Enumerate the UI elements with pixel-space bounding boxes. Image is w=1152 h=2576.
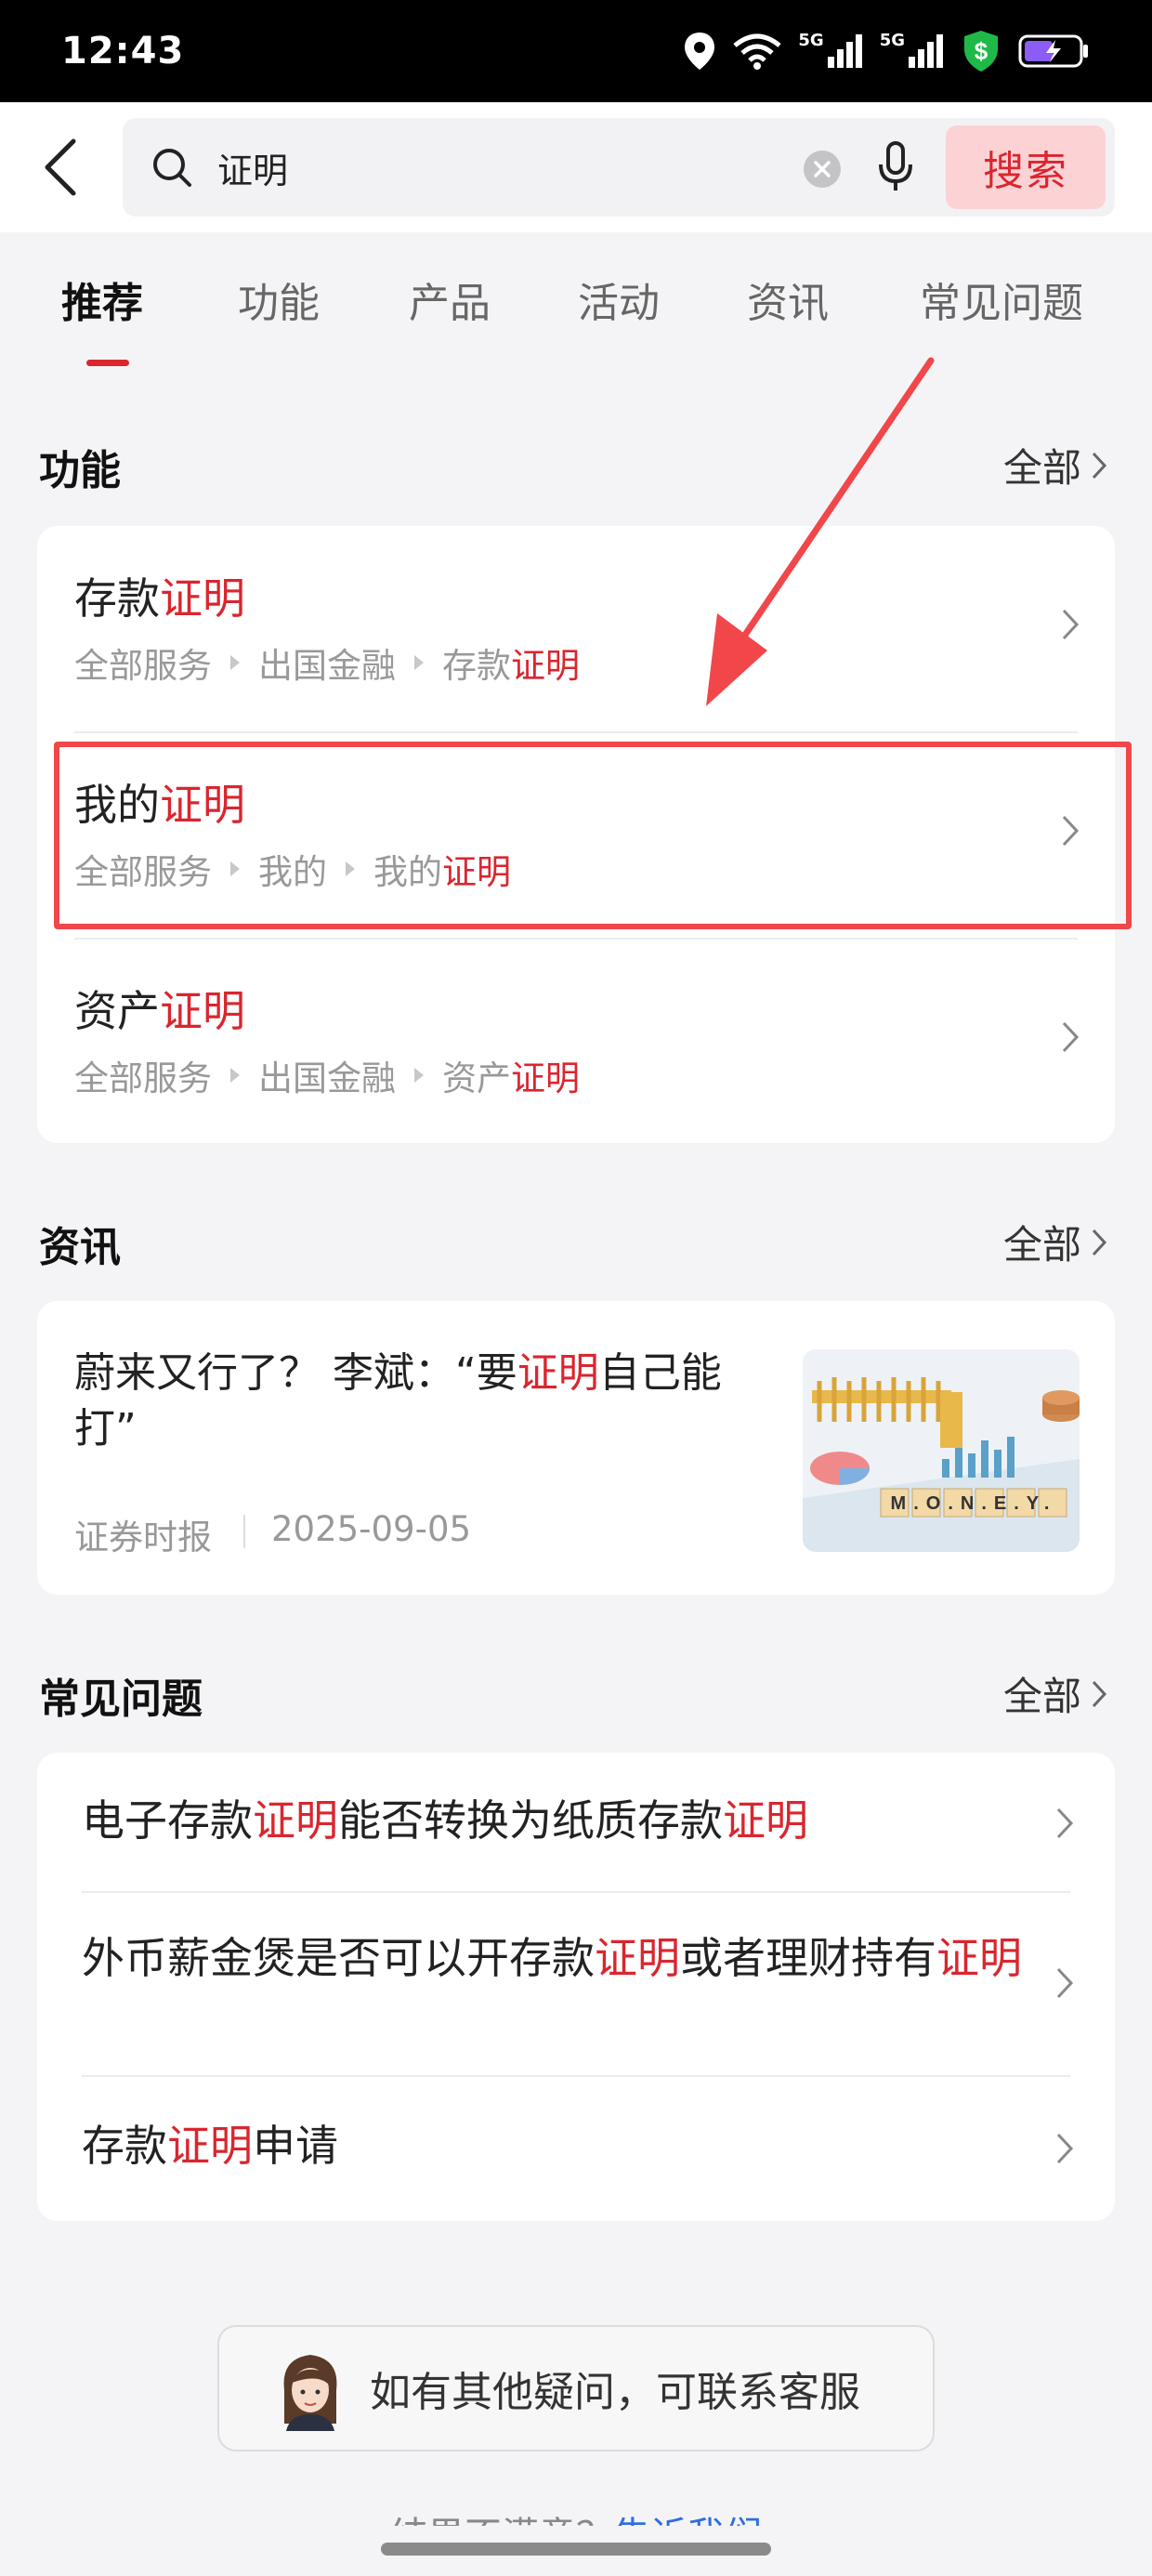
tab-function[interactable]: 功能	[238, 269, 320, 329]
back-arrow-icon	[45, 138, 76, 196]
function-title: 资产证明	[74, 986, 245, 1036]
path-separator-icon	[414, 1068, 424, 1083]
wifi-icon	[733, 33, 781, 70]
svg-text:M.O.N.E.Y.: M.O.N.E.Y.	[891, 1493, 1057, 1514]
net-label-2: 5G	[879, 31, 905, 50]
feedback-link[interactable]: 告诉我们	[613, 2515, 762, 2526]
status-icons: 5G 5G $	[683, 29, 1091, 73]
chevron-right-icon	[1092, 452, 1107, 479]
chevron-right-icon	[1062, 1021, 1080, 1053]
chevron-right-icon	[1092, 1229, 1107, 1255]
function-title: 存款证明	[74, 573, 245, 624]
contact-service-button[interactable]: 如有其他疑问，可联系客服	[217, 2325, 935, 2451]
active-tab-indicator	[86, 360, 129, 366]
news-more-label: 全部	[1002, 1222, 1081, 1268]
divider	[243, 1515, 245, 1548]
location-icon	[685, 33, 715, 70]
faq-item[interactable]: 电子存款证明能否转换为纸质存款证明	[37, 1753, 1115, 1892]
news-date: 2025-09-05	[271, 1509, 472, 1549]
chevron-right-icon	[1056, 2133, 1074, 2164]
chevron-right-icon	[1092, 1680, 1107, 1707]
path-separator-icon	[230, 1068, 240, 1083]
news-source: 证券时报	[74, 1518, 212, 1557]
status-bar: 12:43 5G 5G $	[0, 0, 1152, 102]
function-item-asset-proof[interactable]: 资产证明 全部服务 出国金融 资产 证明	[37, 939, 1115, 1145]
functions-more-label: 全部	[1002, 445, 1081, 491]
tab-faq[interactable]: 常见问题	[920, 269, 1083, 329]
function-path: 全部服务 出国金融 存款 证明	[74, 646, 580, 686]
function-item-deposit-proof[interactable]: 存款证明 全部服务 出国金融 存款 证明	[37, 526, 1115, 732]
faq-item[interactable]: 存款证明申请	[37, 2076, 1115, 2221]
feedback-prompt: 结果不满意？告诉我们	[390, 2505, 762, 2526]
section-title-faq: 常见问题	[39, 1676, 203, 1723]
chevron-right-icon	[1062, 609, 1080, 640]
search-icon	[153, 149, 191, 187]
path-separator-icon	[230, 655, 240, 670]
function-path: 全部服务 出国金融 资产 证明	[74, 1058, 580, 1098]
path-separator-icon	[414, 655, 424, 670]
faq-card: 电子存款证明能否转换为纸质存款证明 外币薪金煲是否可以开存款证明或者理财持有证明…	[37, 1753, 1115, 2221]
search-header: 证明 搜索	[0, 102, 1152, 232]
news-thumbnail: M.O.N.E.Y.	[803, 1349, 1080, 1552]
back-button[interactable]	[0, 102, 121, 232]
status-time: 12:43	[61, 30, 185, 72]
faq-more-label: 全部	[1002, 1674, 1081, 1719]
tab-recommend[interactable]: 推荐	[61, 269, 143, 329]
faq-more-link[interactable]: 全部	[1003, 1665, 1107, 1722]
functions-more-link[interactable]: 全部	[1003, 437, 1107, 493]
chevron-right-icon	[1056, 1807, 1074, 1839]
contact-service-label: 如有其他疑问，可联系客服	[370, 2369, 860, 2416]
annotation-highlight-box	[54, 742, 1132, 929]
news-card[interactable]: 蔚来又行了？ 李斌：“要证明自己能打” 证券时报 2025-09-05 M.O.…	[37, 1301, 1115, 1595]
search-query[interactable]: 证明	[217, 142, 288, 193]
section-title-news: 资讯	[39, 1224, 121, 1271]
svg-text:$: $	[975, 37, 988, 65]
signal-5g-icon-2: 5G	[880, 33, 944, 70]
faq-question: 存款证明申请	[82, 2121, 338, 2171]
battery-icon	[1018, 34, 1088, 68]
search-button[interactable]: 搜索	[946, 125, 1106, 209]
home-indicator[interactable]	[381, 2543, 771, 2556]
section-title-functions: 功能	[39, 447, 121, 494]
news-title: 蔚来又行了？ 李斌：“要证明自己能打”	[74, 1349, 722, 1452]
signal-5g-icon: 5G	[798, 33, 862, 70]
net-label-1: 5G	[798, 31, 824, 50]
faq-question: 电子存款证明能否转换为纸质存款证明	[82, 1795, 808, 1846]
faq-item[interactable]: 外币薪金煲是否可以开存款证明或者理财持有证明	[37, 1892, 1115, 2076]
tab-activity[interactable]: 活动	[578, 269, 660, 329]
news-more-link[interactable]: 全部	[1003, 1214, 1107, 1270]
tab-news[interactable]: 资讯	[747, 269, 829, 329]
customer-service-avatar-icon	[283, 2355, 337, 2431]
security-shield-icon: $	[964, 31, 998, 72]
faq-question: 外币薪金煲是否可以开存款证明或者理财持有证明	[82, 1933, 1022, 1983]
tab-product[interactable]: 产品	[409, 269, 491, 329]
clear-icon[interactable]	[804, 151, 841, 188]
search-input[interactable]: 证明 搜索	[123, 118, 1115, 217]
category-tabs: 推荐 功能 产品 活动 资讯 常见问题	[0, 269, 1152, 366]
chevron-right-icon	[1056, 1967, 1074, 1999]
microphone-icon[interactable]	[877, 140, 914, 194]
